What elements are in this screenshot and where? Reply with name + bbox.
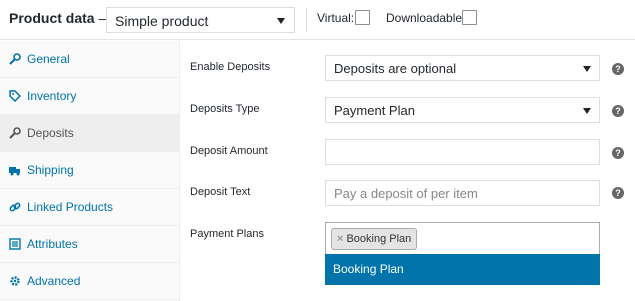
tab-deposits[interactable]: Deposits — [0, 115, 179, 152]
chevron-down-icon — [277, 18, 285, 24]
tab-label: Inventory — [27, 89, 77, 103]
payment-plans-select[interactable]: × Booking Plan — [325, 222, 600, 254]
payment-plans-label: Payment Plans — [190, 228, 264, 240]
list-icon — [9, 238, 21, 250]
product-data-tabs: General Inventory Deposits Shipping Link… — [0, 41, 180, 301]
deposit-text-placeholder: Pay a deposit of per item — [334, 186, 478, 201]
wrench-icon — [9, 53, 21, 65]
tab-shipping[interactable]: Shipping — [0, 152, 179, 189]
chevron-down-icon — [583, 66, 591, 72]
tab-advanced[interactable]: Advanced — [0, 263, 179, 300]
product-data-title: Product data— — [9, 10, 113, 26]
virtual-label: Virtual: — [317, 11, 355, 25]
tab-general[interactable]: General — [0, 41, 179, 78]
enable-deposits-select[interactable]: Deposits are optional — [325, 55, 600, 81]
help-icon[interactable]: ? — [612, 147, 624, 159]
product-type-select[interactable]: Simple product — [106, 7, 295, 33]
enable-deposits-label: Enable Deposits — [190, 61, 271, 73]
tab-linked-products[interactable]: Linked Products — [0, 189, 179, 226]
wrench-icon — [9, 127, 21, 139]
deposit-amount-label: Deposit Amount — [190, 145, 268, 157]
dropdown-option-booking-plan[interactable]: Booking Plan — [333, 262, 404, 276]
tab-label: Deposits — [27, 126, 74, 140]
help-icon[interactable]: ? — [612, 187, 624, 199]
enable-deposits-value: Deposits are optional — [334, 61, 457, 76]
help-icon[interactable]: ? — [612, 63, 624, 75]
gear-icon — [9, 275, 21, 287]
help-icon[interactable]: ? — [612, 105, 624, 117]
title-text: Product data — [9, 10, 95, 26]
tab-label: Shipping — [27, 163, 74, 177]
chip-label: Booking Plan — [346, 233, 412, 245]
link-icon — [9, 201, 21, 213]
payment-plans-dropdown: Booking Plan — [325, 254, 600, 285]
product-data-header: Product data— Simple product Virtual: Do… — [0, 0, 635, 40]
remove-chip-icon[interactable]: × — [337, 233, 343, 245]
tab-attributes[interactable]: Attributes — [0, 226, 179, 263]
tab-label: Linked Products — [27, 200, 114, 214]
selected-plan-chip[interactable]: × Booking Plan — [331, 228, 418, 250]
chevron-down-icon — [583, 108, 591, 114]
deposits-type-label: Deposits Type — [190, 103, 260, 115]
deposit-text-input[interactable]: Pay a deposit of per item — [325, 180, 600, 206]
tab-inventory[interactable]: Inventory — [0, 78, 179, 115]
tab-label: Advanced — [27, 274, 81, 288]
truck-icon — [9, 164, 21, 176]
deposits-type-value: Payment Plan — [334, 103, 415, 118]
virtual-checkbox[interactable] — [355, 10, 370, 25]
tag-icon — [9, 90, 22, 103]
header-divider — [306, 8, 307, 32]
tab-label: Attributes — [27, 237, 78, 251]
deposit-amount-input[interactable] — [325, 139, 600, 165]
deposits-type-select[interactable]: Payment Plan — [325, 97, 600, 123]
downloadable-checkbox[interactable] — [462, 10, 477, 25]
deposit-text-label: Deposit Text — [190, 186, 251, 198]
product-type-value: Simple product — [115, 13, 209, 29]
downloadable-label: Downloadable: — [386, 11, 466, 25]
tab-label: General — [27, 52, 70, 66]
